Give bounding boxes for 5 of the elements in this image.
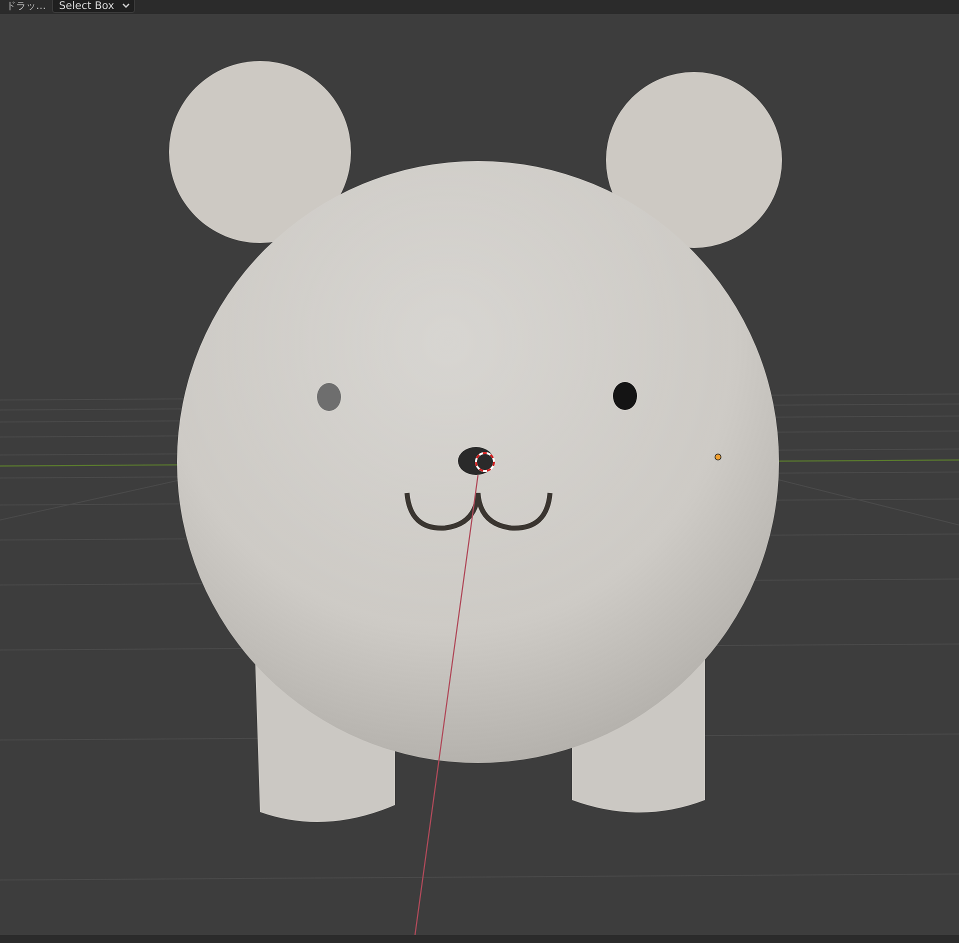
select-mode-dropdown[interactable]: Select Box [52, 0, 136, 13]
tool-label: ドラッ… [5, 0, 47, 14]
3d-cursor-icon [475, 452, 495, 472]
chevron-down-icon [122, 2, 130, 8]
origin-dot-icon [714, 454, 722, 460]
